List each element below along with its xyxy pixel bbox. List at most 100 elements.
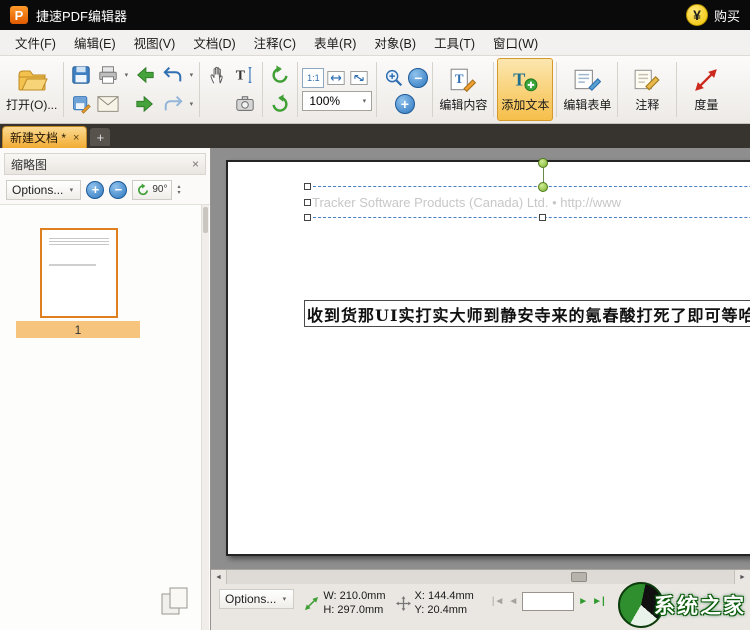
undo-button[interactable] bbox=[160, 62, 186, 88]
rotate-page-icon bbox=[137, 183, 150, 196]
save-as-button[interactable] bbox=[68, 91, 94, 117]
document-canvas[interactable]: Tracker Software Products (Canada) Ltd. … bbox=[211, 148, 750, 584]
menu-item-file[interactable]: 文件(F) bbox=[6, 29, 65, 56]
resize-handle-bottom-left[interactable] bbox=[304, 214, 311, 221]
page-size-group: W: 210.0mm H: 297.0mm bbox=[304, 589, 385, 617]
toolbar-separator bbox=[63, 62, 64, 117]
fit-width-icon bbox=[326, 69, 346, 87]
site-watermark: 系统之家 bbox=[614, 580, 750, 630]
buy-button[interactable]: ¥ 购买 bbox=[686, 4, 740, 26]
save-button[interactable] bbox=[68, 62, 94, 88]
zoom-out-button[interactable]: − bbox=[408, 68, 428, 88]
panel-options-button[interactable]: Options... ▾ bbox=[6, 180, 81, 200]
zoom-tool-button[interactable] bbox=[381, 65, 407, 91]
thumb-zoom-in-button[interactable]: + bbox=[86, 181, 104, 199]
previous-page-button[interactable]: ◄ bbox=[508, 596, 518, 607]
resize-handle-mid-left[interactable] bbox=[304, 199, 311, 206]
watermark-text: 系统之家 bbox=[654, 590, 746, 620]
status-options-button[interactable]: Options... ▾ bbox=[219, 589, 294, 609]
add-text-button[interactable]: T 添加文本 bbox=[497, 58, 553, 121]
open-button[interactable]: 打开(O)... bbox=[3, 58, 60, 121]
scrollbar-thumb[interactable] bbox=[571, 572, 587, 582]
previous-view-button[interactable] bbox=[132, 62, 158, 88]
resize-handle-top-left[interactable] bbox=[304, 183, 311, 190]
panel-scrollbar[interactable] bbox=[201, 205, 209, 630]
print-button[interactable] bbox=[95, 62, 121, 88]
added-text-box[interactable]: 收到货那UI实打实大师到静安寺来的氪春酸打死了即可等哈说比 bbox=[304, 300, 750, 327]
status-options-label: Options... bbox=[225, 592, 276, 606]
actual-size-button[interactable]: 1:1 bbox=[302, 68, 324, 88]
tab-new-document[interactable]: 新建文档 * × bbox=[2, 126, 87, 148]
last-page-button[interactable]: ►| bbox=[592, 596, 605, 607]
toolbar-separator bbox=[297, 62, 298, 117]
zoom-combobox[interactable]: 100% ▾ bbox=[302, 91, 372, 111]
new-tab-button[interactable]: + bbox=[90, 128, 110, 146]
menu-item-document[interactable]: 文档(D) bbox=[184, 29, 244, 56]
panel-scrollbar-thumb[interactable] bbox=[203, 207, 208, 233]
selected-text-box[interactable]: Tracker Software Products (Canada) Ltd. … bbox=[308, 186, 750, 218]
hand-tool-button[interactable] bbox=[204, 62, 230, 88]
email-button[interactable] bbox=[95, 91, 121, 117]
page-thumbnail[interactable] bbox=[40, 228, 118, 318]
body-text: 收到货那UI实打实大师到静安寺来的氪春酸打死了即可等哈说比 bbox=[305, 302, 750, 326]
page-number-input[interactable] bbox=[522, 592, 574, 611]
save-icon bbox=[70, 64, 92, 86]
annotate-label: 注释 bbox=[635, 96, 659, 113]
window-title: 捷速PDF编辑器 bbox=[36, 6, 127, 25]
measure-button[interactable]: 度量 bbox=[680, 58, 732, 121]
first-page-button[interactable]: |◄ bbox=[492, 596, 505, 607]
menu-item-comment[interactable]: 注释(C) bbox=[245, 29, 305, 56]
menu-item-object[interactable]: 对象(B) bbox=[365, 29, 425, 56]
menu-item-view[interactable]: 视图(V) bbox=[125, 29, 185, 56]
pdf-page[interactable]: Tracker Software Products (Canada) Ltd. … bbox=[226, 160, 750, 556]
main-toolbar: 打开(O)... ▾ bbox=[0, 56, 750, 124]
open-button-label: 打开(O)... bbox=[6, 96, 57, 113]
zoom-in-button[interactable]: + bbox=[395, 94, 415, 114]
edit-content-label: 编辑内容 bbox=[439, 96, 487, 113]
redo-button[interactable] bbox=[160, 91, 186, 117]
svg-text:T: T bbox=[236, 68, 245, 83]
panel-close-icon[interactable]: × bbox=[192, 157, 199, 171]
spinner-down-icon[interactable]: ▾ bbox=[177, 190, 180, 196]
zoom-dropdown-icon[interactable]: ▾ bbox=[360, 97, 368, 105]
undo-dropdown-icon[interactable]: ▾ bbox=[187, 71, 195, 79]
status-options-dropdown-icon: ▾ bbox=[280, 595, 288, 603]
edit-content-button[interactable]: T 编辑内容 bbox=[436, 58, 490, 121]
undo-redo-group: ▾ ▾ bbox=[159, 58, 196, 121]
fit-page-button[interactable] bbox=[348, 68, 370, 88]
menu-item-edit[interactable]: 编辑(E) bbox=[65, 29, 125, 56]
menu-item-window[interactable]: 窗口(W) bbox=[484, 29, 547, 56]
top-center-handle[interactable] bbox=[538, 182, 548, 192]
redo-dropdown-icon[interactable]: ▾ bbox=[187, 100, 195, 108]
rotation-handle[interactable] bbox=[538, 158, 548, 168]
resize-handle-bottom-center[interactable] bbox=[539, 214, 546, 221]
panel-options-label: Options... bbox=[12, 183, 63, 197]
edit-form-button[interactable]: 编辑表单 bbox=[560, 58, 614, 121]
print-dropdown-icon[interactable]: ▾ bbox=[122, 71, 130, 79]
annotate-icon bbox=[633, 67, 661, 93]
toolbar-separator bbox=[676, 62, 677, 117]
next-view-button[interactable] bbox=[132, 91, 158, 117]
scroll-left-button[interactable]: ◄ bbox=[211, 570, 227, 584]
cursor-y-value: Y: 20.4mm bbox=[415, 603, 474, 617]
page-number-row[interactable]: 1 bbox=[16, 321, 140, 338]
app-icon: P bbox=[10, 6, 28, 24]
rotate-view-group bbox=[266, 58, 294, 121]
annotate-button[interactable]: 注释 bbox=[621, 58, 673, 121]
panel-spinner[interactable]: ▴ ▾ bbox=[177, 184, 180, 196]
file-actions-group: ▾ bbox=[67, 58, 131, 121]
thumbnail-list: 1 bbox=[0, 205, 210, 630]
resize-icon bbox=[304, 596, 319, 611]
menu-item-tools[interactable]: 工具(T) bbox=[425, 29, 484, 56]
rotate-ccw-icon bbox=[269, 64, 291, 86]
thumb-zoom-out-button[interactable]: − bbox=[109, 181, 127, 199]
rotate-page-button[interactable]: 90° bbox=[132, 180, 172, 200]
menu-item-form[interactable]: 表单(R) bbox=[305, 29, 365, 56]
snapshot-button[interactable] bbox=[232, 91, 258, 117]
rotate-ccw-button[interactable] bbox=[267, 62, 293, 88]
fit-width-button[interactable] bbox=[325, 68, 347, 88]
rotate-cw-button[interactable] bbox=[267, 91, 293, 117]
next-page-button[interactable]: ► bbox=[578, 596, 588, 607]
select-text-tool-button[interactable]: T bbox=[231, 62, 257, 88]
tab-close-icon[interactable]: × bbox=[73, 132, 79, 144]
